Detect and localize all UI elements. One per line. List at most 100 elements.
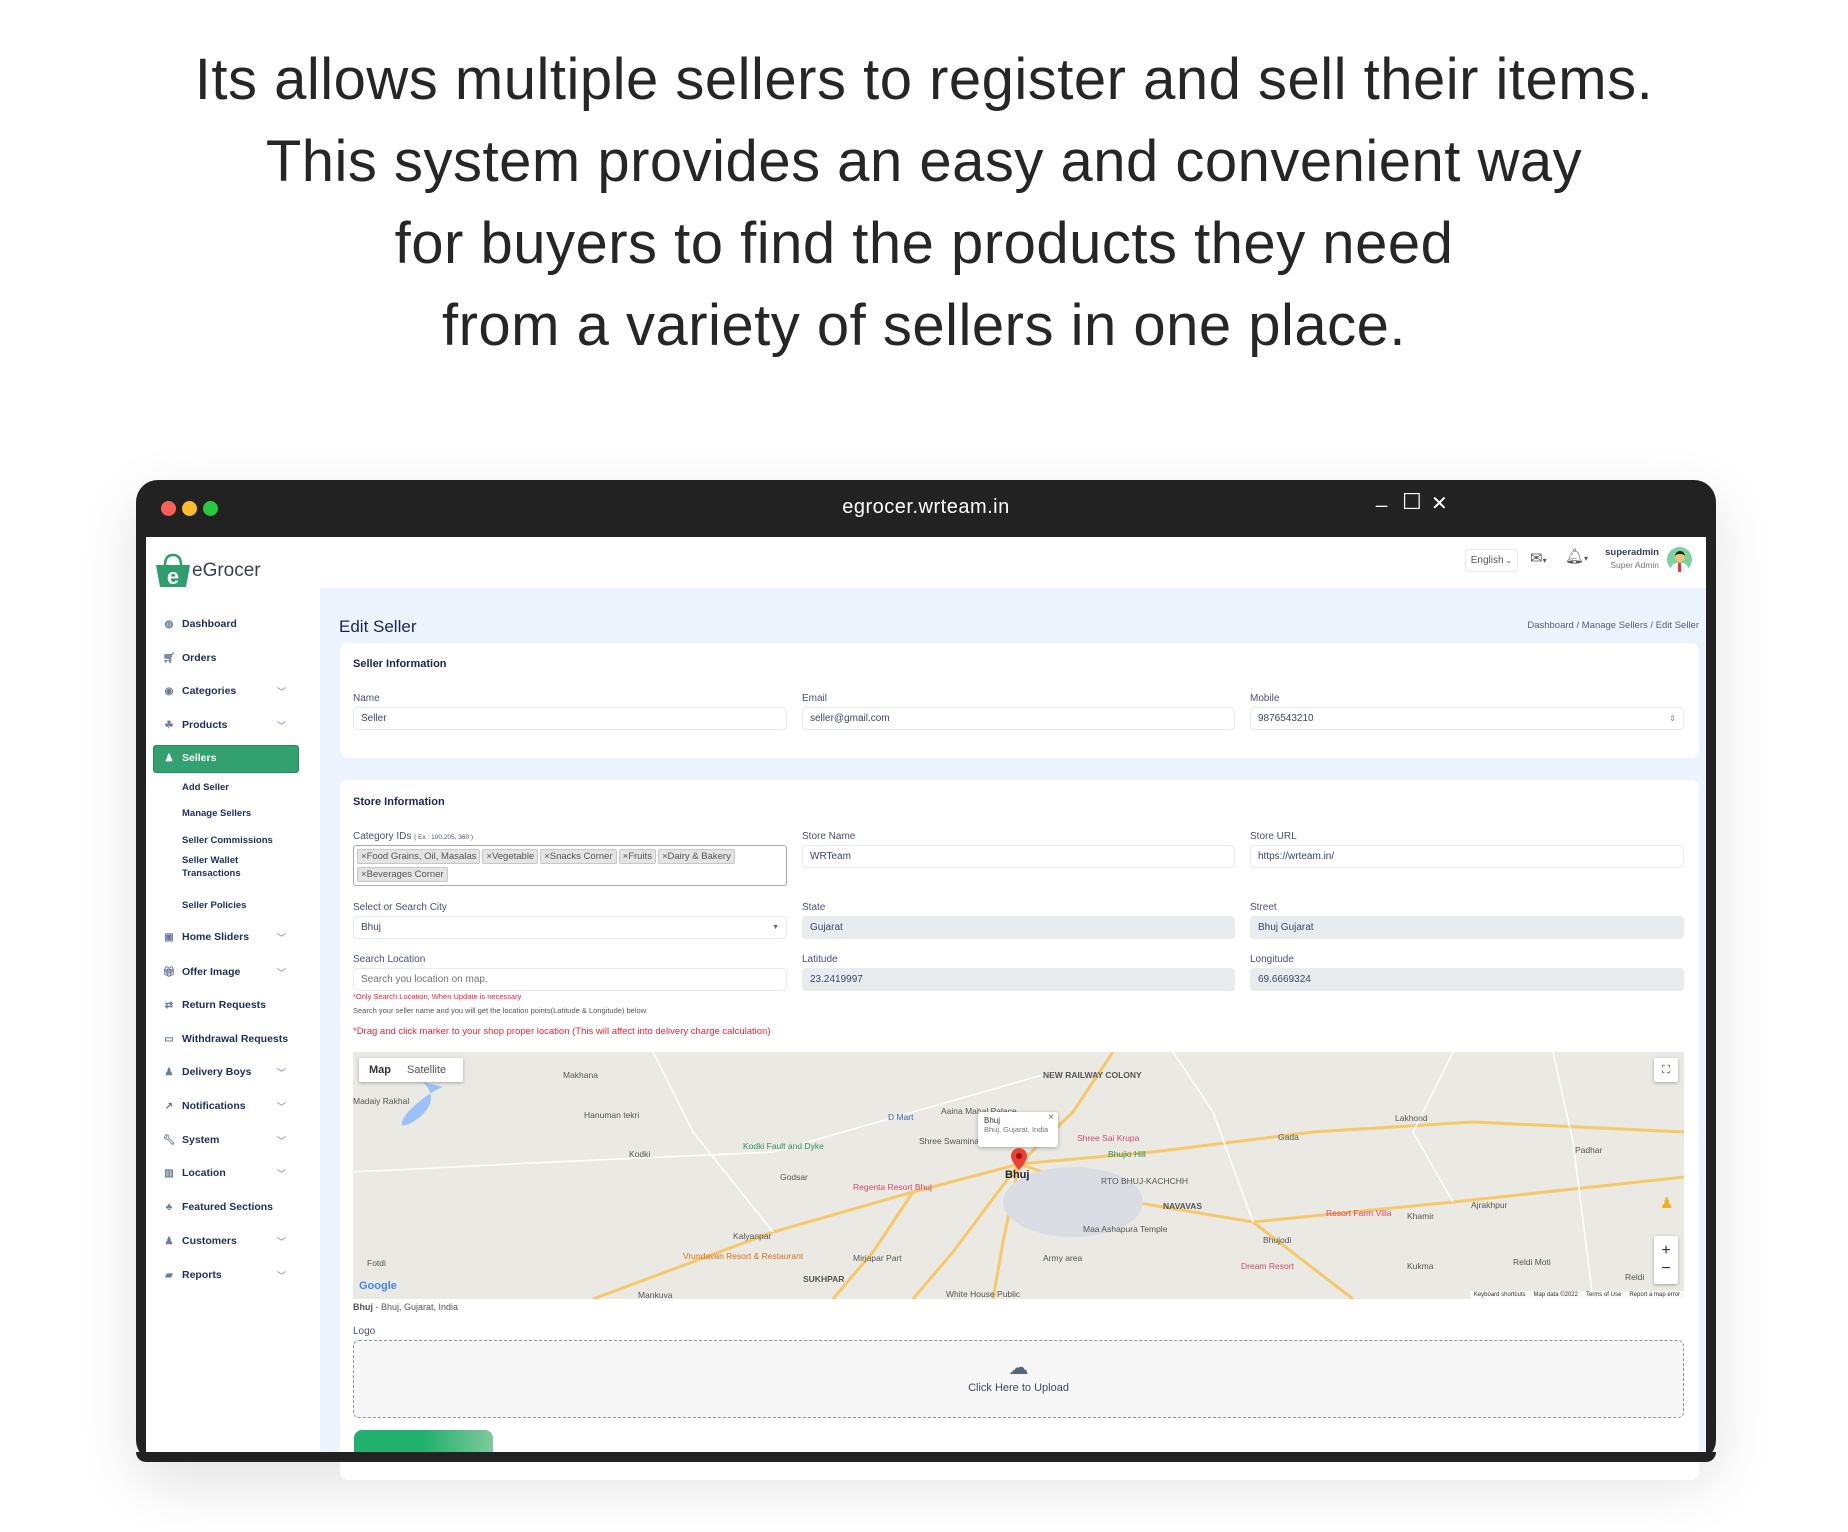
tag-label: Snacks Corner xyxy=(549,851,613,862)
cloud-upload-icon: ☁ xyxy=(1008,1357,1029,1379)
category-tags-input[interactable]: ×Food Grains, Oil, Masalas ×Vegetable ×Sna… xyxy=(353,845,787,886)
submit-button[interactable] xyxy=(354,1430,493,1452)
category-tag[interactable]: ×Dairy & Bakery xyxy=(657,849,735,864)
mobile-label: Mobile xyxy=(1250,693,1280,704)
user-menu[interactable]: superadmin Super Admin xyxy=(1595,547,1659,570)
map-label: NAVAVAS xyxy=(1163,1201,1203,1211)
sidebar-item-reports[interactable]: ▰ Reports ﹀ xyxy=(160,1265,300,1285)
map-type-satellite[interactable]: Satellite xyxy=(401,1064,452,1076)
map-label: RTO BHUJ-KACHCHH xyxy=(1101,1176,1189,1186)
longitude-label: Longitude xyxy=(1250,954,1294,965)
avatar[interactable] xyxy=(1667,547,1692,572)
share-icon: ↗ xyxy=(164,1100,174,1112)
report-error-link[interactable]: Report a map error xyxy=(1629,1292,1680,1298)
sidebar-item-label: Sellers xyxy=(182,752,217,764)
sidebar-item-sellers[interactable]: ♟ Sellers xyxy=(160,748,300,768)
sidebar-sub-seller-commissions[interactable]: Seller Commissions xyxy=(182,834,273,847)
terms-link[interactable]: Terms of Use xyxy=(1586,1292,1621,1298)
search-location-input[interactable] xyxy=(353,968,787,991)
categories-icon: ◉ xyxy=(164,685,174,697)
tag-label: Beverages Corner xyxy=(366,869,444,880)
category-tag[interactable]: ×Vegetable xyxy=(482,849,539,864)
category-hint: ( Ex : 100,205, 360 ) xyxy=(414,834,474,841)
sidebar-item-label: Dashboard xyxy=(182,618,237,630)
zoom-in-button[interactable]: + xyxy=(1661,1242,1670,1260)
info-window-close-icon[interactable]: × xyxy=(1048,1112,1054,1123)
minimize-icon[interactable]: _ xyxy=(1376,486,1387,509)
mobile-input[interactable]: 9876543210 ⇕ xyxy=(1250,707,1684,730)
sidebar-sub-seller-wallet[interactable]: Seller Wallet Transactions xyxy=(182,854,252,880)
map-label: Lakhond xyxy=(1395,1113,1428,1123)
sidebar-item-return-requests[interactable]: ⇄ Return Requests xyxy=(160,995,300,1015)
map-label: Shree Sai Krupa xyxy=(1077,1133,1140,1143)
number-spinner-icon[interactable]: ⇕ xyxy=(1669,714,1676,723)
close-icon[interactable]: ✕ xyxy=(1431,491,1448,516)
breadcrumb-manage-sellers[interactable]: Manage Sellers xyxy=(1582,620,1648,631)
state-input[interactable]: Gujarat xyxy=(802,916,1235,939)
sidebar-item-home-sliders[interactable]: ▣ Home Sliders ﹀ xyxy=(160,927,300,947)
sidebar-item-products[interactable]: ☘ Products ﹀ xyxy=(160,715,300,735)
language-label: English xyxy=(1470,555,1504,566)
fullscreen-icon[interactable]: ⛶ xyxy=(1654,1058,1678,1082)
breadcrumb-dashboard[interactable]: Dashboard xyxy=(1527,620,1573,631)
city-value: Bhuj xyxy=(361,922,382,933)
store-url-input[interactable]: https://wrteam.in/ xyxy=(1250,845,1684,868)
latitude-input[interactable]: 23.2419997 xyxy=(802,968,1235,991)
sidebar-item-featured-sections[interactable]: ♣ Featured Sections xyxy=(160,1197,300,1217)
map-label: Army area xyxy=(1043,1253,1083,1263)
map-label: Ajrakhpur xyxy=(1471,1200,1508,1210)
products-icon: ☘ xyxy=(164,719,174,731)
sidebar-item-withdrawal-requests[interactable]: ▭ Withdrawal Requests xyxy=(160,1029,300,1049)
sidebar-item-dashboard[interactable]: ◍ Dashboard xyxy=(160,614,300,634)
person-icon: ♟ xyxy=(164,1066,174,1078)
bell-icon[interactable]: 🔔︎▾ xyxy=(1565,547,1588,565)
sidebar-sub-seller-policies[interactable]: Seller Policies xyxy=(182,899,246,912)
sidebar-item-notifications[interactable]: ↗ Notifications ﹀ xyxy=(160,1096,300,1116)
sidebar-item-location[interactable]: ▥ Location ﹀ xyxy=(160,1163,300,1183)
chevron-down-icon: ﹀ xyxy=(276,1067,286,1078)
google-logo: Google xyxy=(359,1280,397,1292)
breadcrumb-current: Edit Seller xyxy=(1655,620,1699,631)
latitude-label: Latitude xyxy=(802,954,838,965)
category-tag[interactable]: ×Beverages Corner xyxy=(357,867,448,882)
sidebar-sub-add-seller[interactable]: Add Seller xyxy=(182,781,229,794)
sidebar-item-label: Location xyxy=(182,1167,226,1179)
mail-icon[interactable]: ✉▾ xyxy=(1530,549,1547,567)
map-type-map[interactable]: Map xyxy=(359,1064,401,1076)
category-tag[interactable]: ×Snacks Corner xyxy=(540,849,617,864)
sidebar-item-delivery-boys[interactable]: ♟ Delivery Boys ﹀ xyxy=(160,1062,300,1082)
city-select[interactable]: Bhuj ▼ xyxy=(353,916,787,939)
card-icon: ▭ xyxy=(164,1033,174,1045)
brand-logo[interactable]: e eGrocer xyxy=(154,553,261,589)
seller-icon: ♟ xyxy=(164,752,174,764)
category-tag[interactable]: ×Food Grains, Oil, Masalas xyxy=(357,849,481,864)
longitude-input[interactable]: 69.6669324 xyxy=(1250,968,1684,991)
street-input[interactable]: Bhuj Gujarat xyxy=(1250,916,1684,939)
sidebar-sub-manage-sellers[interactable]: Manage Sellers xyxy=(182,807,251,820)
map-label: Padhar xyxy=(1575,1145,1603,1155)
sidebar-item-orders[interactable]: 🛒︎ Orders xyxy=(160,648,300,668)
sidebar-item-categories[interactable]: ◉ Categories ﹀ xyxy=(160,681,300,701)
sidebar-item-label: Delivery Boys xyxy=(182,1066,252,1078)
email-input[interactable]: seller@gmail.com xyxy=(802,707,1235,730)
location-marker-icon[interactable] xyxy=(1011,1148,1027,1170)
name-input[interactable]: Seller xyxy=(353,707,787,730)
map-label: Makhana xyxy=(563,1070,598,1080)
map-label: Kodki Fault and Dyke xyxy=(743,1141,824,1151)
headline-line: This system provides an easy and conveni… xyxy=(265,129,1583,194)
maximize-icon[interactable]: ☐ xyxy=(1402,489,1422,515)
sidebar-item-customers[interactable]: ♟ Customers ﹀ xyxy=(160,1231,300,1251)
sidebar-item-label: Customers xyxy=(182,1235,237,1247)
store-name-input[interactable]: WRTeam xyxy=(802,845,1235,868)
language-select[interactable]: English ⌄ xyxy=(1465,549,1518,572)
sidebar-item-offer-image[interactable]: 🎁︎ Offer Image ﹀ xyxy=(160,962,300,982)
pegman-icon[interactable]: ♟ xyxy=(1660,1194,1673,1212)
sidebar-item-system[interactable]: 🔧︎ System ﹀ xyxy=(160,1130,300,1150)
chevron-down-icon: ⌄ xyxy=(1505,556,1513,565)
logo-upload-dropzone[interactable]: ☁ Click Here to Upload xyxy=(353,1340,1684,1418)
category-tag[interactable]: ×Fruits xyxy=(618,849,656,864)
email-label: Email xyxy=(802,693,828,704)
keyboard-shortcuts-link[interactable]: Keyboard shortcuts xyxy=(1474,1292,1526,1298)
zoom-out-button[interactable]: − xyxy=(1661,1260,1670,1278)
location-map[interactable]: Map Satellite ⛶ ♟ + − Makhana Hanuman te… xyxy=(353,1052,1684,1299)
